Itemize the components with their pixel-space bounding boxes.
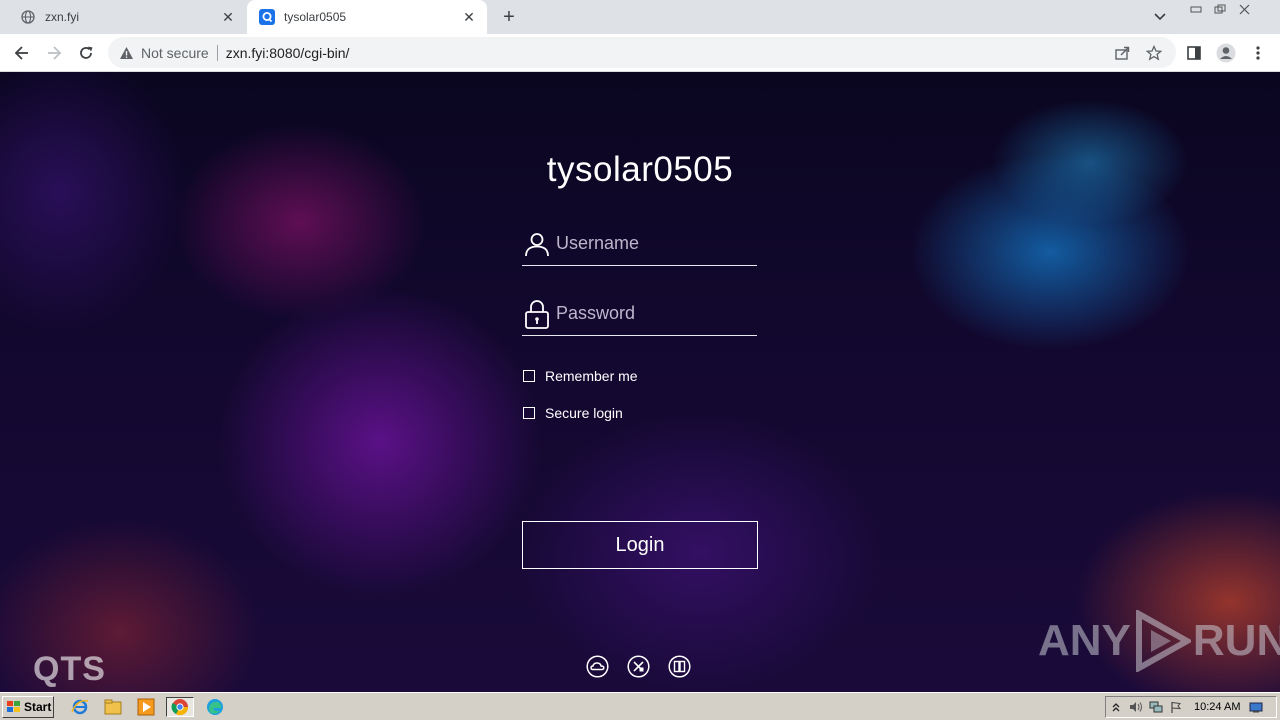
watermark-text-right: RUN — [1192, 616, 1280, 665]
cloud-icon[interactable] — [586, 655, 609, 678]
url-text[interactable]: zxn.fyi:8080/cgi-bin/ — [226, 45, 350, 61]
username-field[interactable] — [522, 222, 788, 266]
share-icon[interactable] — [1110, 41, 1134, 65]
password-input[interactable] — [556, 303, 788, 324]
show-desktop-icon[interactable] — [1246, 699, 1266, 715]
login-page: tysolar0505 Remember me Secure login Log… — [0, 72, 1280, 692]
watermark-text-left: ANY — [1038, 616, 1131, 665]
file-explorer-icon[interactable] — [102, 697, 124, 717]
tab-title: zxn.fyi — [45, 10, 80, 24]
password-field[interactable] — [522, 292, 788, 336]
internet-explorer-icon[interactable] — [69, 697, 91, 717]
window-controls — [1184, 2, 1256, 16]
security-status-label[interactable]: Not secure — [141, 45, 209, 61]
browser-tab-strip: zxn.fyi ✕ tysolar0505 ✕ + — [0, 0, 1280, 34]
system-tray: 10:24 AM — [1105, 696, 1277, 718]
username-input[interactable] — [556, 233, 788, 254]
bookmark-star-icon[interactable] — [1142, 41, 1166, 65]
anyrun-watermark: ANY RUN — [1038, 610, 1280, 672]
qnap-favicon-icon — [259, 9, 275, 25]
volume-icon[interactable] — [1126, 699, 1146, 715]
network-icon[interactable] — [1146, 699, 1166, 715]
reload-icon[interactable] — [74, 41, 98, 65]
manual-book-icon[interactable] — [668, 655, 691, 678]
login-button[interactable]: Login — [522, 521, 758, 569]
lock-icon — [524, 296, 550, 332]
checkbox-box[interactable] — [523, 407, 535, 419]
media-player-icon[interactable] — [135, 697, 157, 717]
browser-toolbar: Not secure zxn.fyi:8080/cgi-bin/ — [0, 34, 1280, 72]
user-icon — [524, 226, 550, 262]
close-icon[interactable]: ✕ — [461, 9, 477, 25]
profile-avatar-icon[interactable] — [1214, 41, 1238, 65]
remember-me-checkbox[interactable]: Remember me — [523, 368, 638, 384]
remember-me-label[interactable]: Remember me — [545, 368, 638, 384]
globe-icon — [20, 9, 36, 25]
close-icon[interactable]: ✕ — [220, 9, 236, 25]
restore-icon[interactable] — [1208, 2, 1232, 16]
warning-triangle-icon[interactable] — [118, 45, 134, 61]
footer-links — [586, 655, 691, 678]
tools-icon[interactable] — [627, 655, 650, 678]
tab-zxn[interactable]: zxn.fyi ✕ — [8, 0, 246, 34]
back-arrow-icon[interactable] — [10, 41, 34, 65]
minimize-icon[interactable] — [1184, 2, 1208, 16]
qts-logo: QTS — [33, 650, 106, 688]
forward-arrow-icon[interactable] — [42, 41, 66, 65]
action-center-flag-icon[interactable] — [1166, 699, 1186, 715]
windows-logo-icon — [7, 701, 20, 712]
windows-taskbar: Start 10:24 AM — [0, 692, 1280, 720]
edge-icon[interactable] — [204, 697, 226, 717]
new-tab-button[interactable]: + — [498, 6, 520, 28]
kebab-menu-icon[interactable] — [1246, 41, 1270, 65]
address-divider — [216, 44, 218, 61]
show-hidden-icons-icon[interactable] — [1106, 699, 1126, 715]
tab-title: tysolar0505 — [284, 10, 347, 24]
address-bar[interactable]: Not secure zxn.fyi:8080/cgi-bin/ — [108, 37, 1176, 68]
checkbox-box[interactable] — [523, 370, 535, 382]
page-title: tysolar0505 — [546, 150, 734, 189]
chrome-icon[interactable] — [166, 697, 194, 717]
close-window-icon[interactable] — [1232, 2, 1256, 16]
start-label: Start — [24, 700, 52, 714]
tab-tysolar[interactable]: tysolar0505 ✕ — [247, 0, 487, 34]
play-triangle-icon — [1135, 610, 1191, 672]
start-button[interactable]: Start — [2, 696, 54, 718]
side-panel-icon[interactable] — [1182, 41, 1206, 65]
secure-login-checkbox[interactable]: Secure login — [523, 405, 623, 421]
secure-login-label[interactable]: Secure login — [545, 405, 623, 421]
tab-search-chevron-icon[interactable] — [1150, 8, 1170, 26]
clock[interactable]: 10:24 AM — [1194, 701, 1240, 713]
